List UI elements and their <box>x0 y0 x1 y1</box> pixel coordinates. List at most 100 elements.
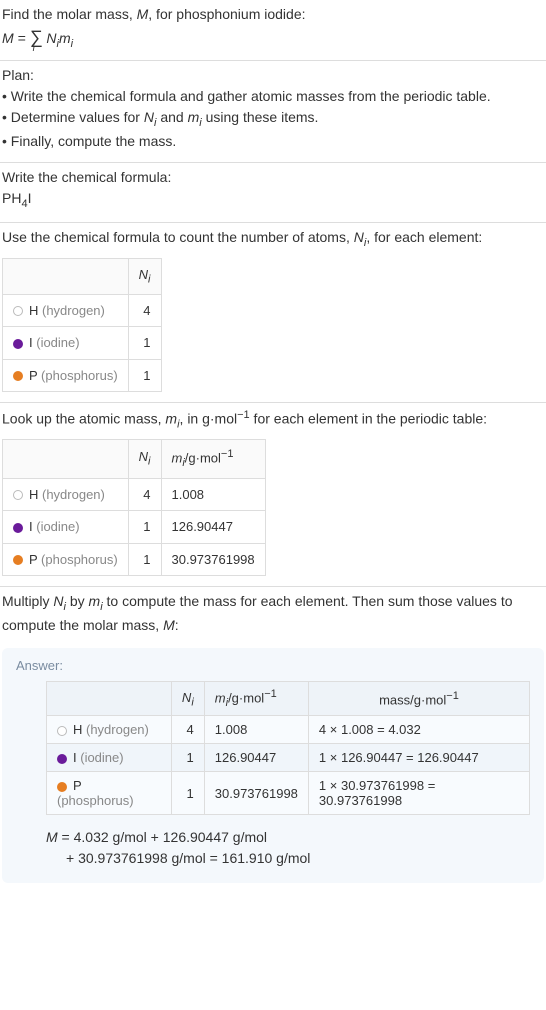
element-swatch-icon <box>57 754 67 764</box>
h-m: m <box>215 691 226 706</box>
answer-table: Ni mi/g·mol−1 mass/g·mol−1 H (hydrogen)4… <box>46 681 530 815</box>
mass-title-b: , in g·mol <box>180 411 238 427</box>
h-N: N <box>139 267 148 282</box>
element-cell: H (hydrogen) <box>47 716 172 744</box>
eq-eq: = <box>14 30 30 46</box>
table-row: P (phosphorus)1 <box>3 359 162 392</box>
h-Ni: i <box>191 696 193 708</box>
element-swatch-icon <box>13 490 23 500</box>
table-row: P (phosphorus)130.9737619981 × 30.973761… <box>47 772 530 815</box>
final-result: M = 4.032 g/mol + 126.90447 g/mol + 30.9… <box>46 827 530 869</box>
m-cell: 30.973761998 <box>204 772 308 815</box>
element-cell: P (phosphorus) <box>47 772 172 815</box>
plan-b2a: • Determine values for <box>2 109 144 125</box>
element-name: (iodine) <box>33 335 80 350</box>
h-mass: mass/g·mol <box>379 693 446 708</box>
table-row: H (hydrogen)41.0084 × 1.008 = 4.032 <box>47 716 530 744</box>
element-swatch-icon <box>57 782 67 792</box>
eq-N: N <box>42 30 56 46</box>
formula-title: Write the chemical formula: <box>2 167 544 188</box>
h-unit: /g·mol <box>185 451 221 466</box>
h-exp: −1 <box>264 688 277 700</box>
answer-box: Answer: Ni mi/g·mol−1 mass/g·mol−1 H (hy… <box>2 648 544 883</box>
n-cell: 1 <box>128 359 161 392</box>
element-cell: H (hydrogen) <box>3 294 129 327</box>
header-mass: mass/g·mol−1 <box>308 682 529 716</box>
element-cell: I (iodine) <box>3 511 129 544</box>
element-name: (phosphorus) <box>37 368 117 383</box>
eq-m: m <box>59 30 71 46</box>
plan-and: and <box>156 109 187 125</box>
mult-m: m <box>89 593 101 609</box>
element-cell: P (phosphorus) <box>3 359 129 392</box>
answer-label: Answer: <box>16 658 530 673</box>
element-name: (iodine) <box>33 519 80 534</box>
formula-PH: PH <box>2 190 21 206</box>
element-cell: I (iodine) <box>3 327 129 360</box>
element-name: (hydrogen) <box>38 303 104 318</box>
table-row: H (hydrogen)4 <box>3 294 162 327</box>
mass-title-exp: −1 <box>237 409 250 421</box>
plan-b2: • Determine values for Ni and mi using t… <box>2 107 544 131</box>
h-Ni: i <box>148 456 150 468</box>
h-exp: −1 <box>221 448 234 460</box>
m-cell: 1.008 <box>204 716 308 744</box>
sigma-icon: ∑ <box>30 27 43 47</box>
plan-section: Plan: • Write the chemical formula and g… <box>0 61 546 162</box>
m-cell: 126.90447 <box>161 511 265 544</box>
final-line2: + 30.973761998 g/mol = 161.910 g/mol <box>46 848 310 869</box>
count-title: Use the chemical formula to count the nu… <box>2 227 544 251</box>
intro-section: Find the molar mass, M, for phosphonium … <box>0 0 546 60</box>
mass-title-m: m <box>165 411 177 427</box>
element-name: (phosphorus) <box>37 552 117 567</box>
element-cell: H (hydrogen) <box>3 478 129 511</box>
n-cell: 4 <box>171 716 204 744</box>
final-eq: = 4.032 g/mol + 126.90447 g/mol <box>58 829 267 845</box>
n-cell: 1 <box>128 327 161 360</box>
final-M: M <box>46 829 58 845</box>
eq-M: M <box>2 30 14 46</box>
table-row: P (phosphorus)130.973761998 <box>3 543 266 576</box>
plan-m: m <box>188 109 200 125</box>
mass-title-a: Look up the atomic mass, <box>2 411 165 427</box>
plan-b1: • Write the chemical formula and gather … <box>2 86 544 107</box>
element-symbol: H <box>29 487 38 502</box>
empty-header <box>47 682 172 716</box>
table-header-row: Ni <box>3 258 162 294</box>
h-Ni: i <box>148 273 150 285</box>
n-cell: 1 <box>171 772 204 815</box>
h-massexp: −1 <box>446 690 459 702</box>
formula-section: Write the chemical formula: PH4I <box>0 163 546 222</box>
element-symbol: P <box>73 778 81 793</box>
calc-cell: 4 × 1.008 = 4.032 <box>308 716 529 744</box>
header-mi: mi/g·mol−1 <box>204 682 308 716</box>
element-swatch-icon <box>13 555 23 565</box>
formula-I: I <box>28 190 32 206</box>
mult-a: Multiply <box>2 593 53 609</box>
element-swatch-icon <box>13 371 23 381</box>
element-name: (phosphorus) <box>57 793 134 808</box>
h-m: m <box>172 451 183 466</box>
mass-table: Ni mi/g·mol−1 H (hydrogen)41.008I (iodin… <box>2 439 266 576</box>
element-name: (hydrogen) <box>38 487 104 502</box>
h-N: N <box>182 690 191 705</box>
plan-title: Plan: <box>2 65 544 86</box>
h-N: N <box>139 449 148 464</box>
m-cell: 30.973761998 <box>161 543 265 576</box>
m-cell: 126.90447 <box>204 744 308 772</box>
header-Ni: Ni <box>128 258 161 294</box>
h-unit: /g·mol <box>228 691 264 706</box>
plan-b3: • Finally, compute the mass. <box>2 131 544 152</box>
calc-cell: 1 × 30.973761998 = 30.973761998 <box>308 772 529 815</box>
mass-section: Look up the atomic mass, mi, in g·mol−1 … <box>0 403 546 586</box>
mult-by: by <box>66 593 89 609</box>
intro-equation: M = ∑i Nimi <box>2 27 544 50</box>
count-section: Use the chemical formula to count the nu… <box>0 223 546 402</box>
empty-header <box>3 440 129 478</box>
calc-cell: 1 × 126.90447 = 126.90447 <box>308 744 529 772</box>
m-cell: 1.008 <box>161 478 265 511</box>
intro-text2: , for phosphonium iodide: <box>148 6 305 22</box>
n-cell: 1 <box>128 543 161 576</box>
n-cell: 1 <box>128 511 161 544</box>
mult-colon: : <box>175 617 179 633</box>
